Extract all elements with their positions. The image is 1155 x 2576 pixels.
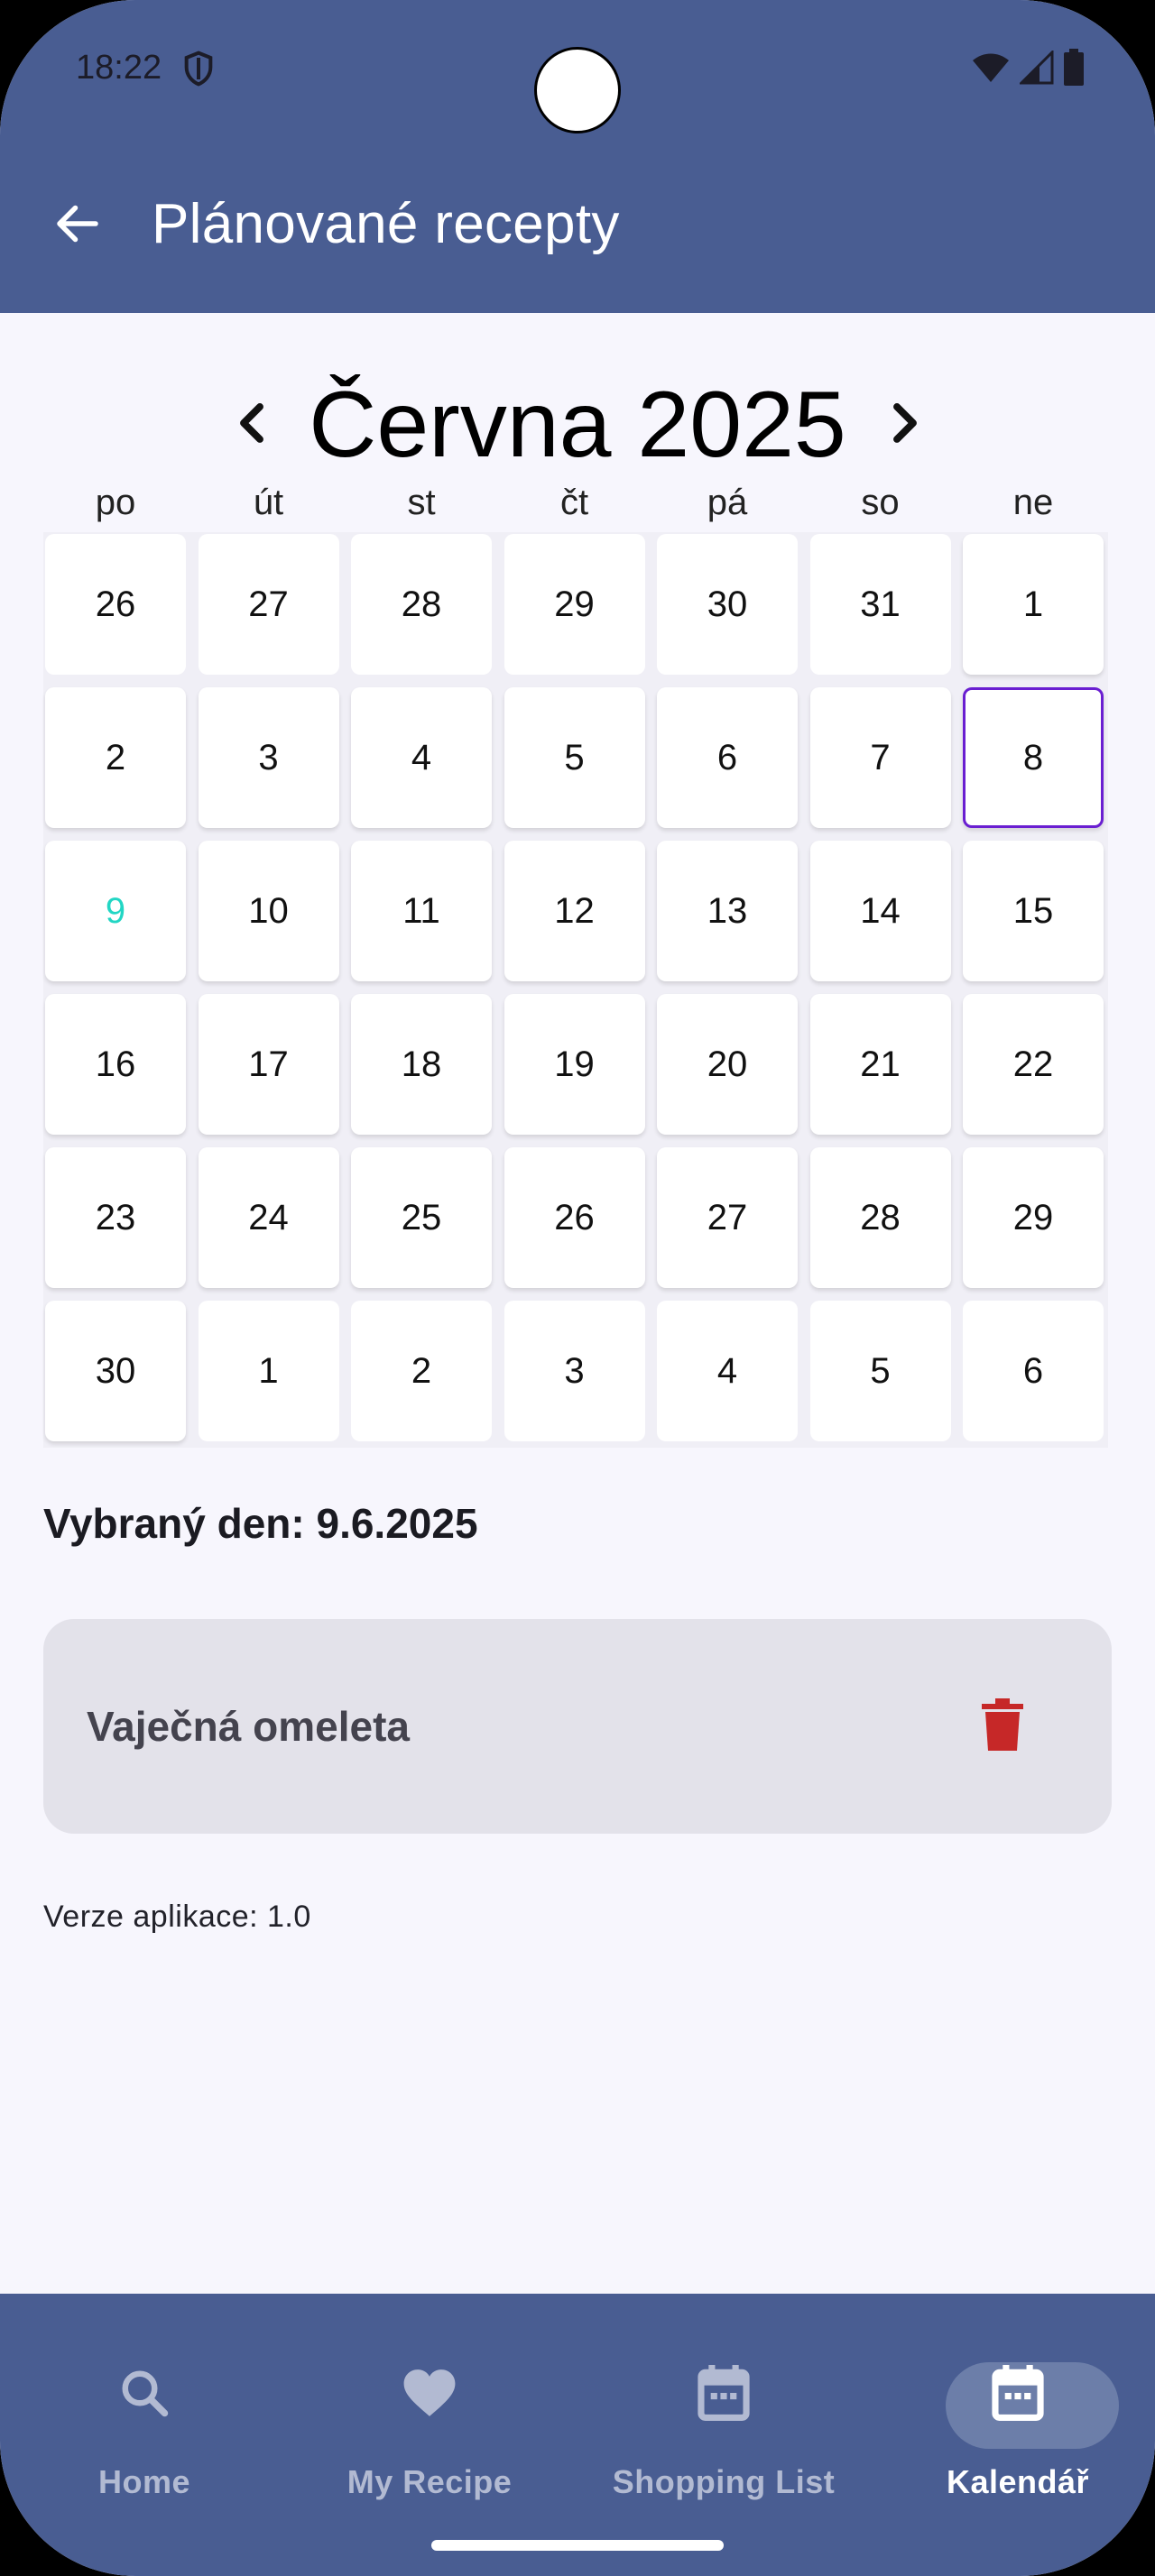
planned-recipe-card[interactable]: Vaječná omeleta	[43, 1619, 1112, 1834]
calendar-icon	[698, 2365, 750, 2421]
weekday-label: čt	[559, 483, 589, 522]
nav-shopping-list-label: Shopping List	[612, 2463, 836, 2500]
calendar-day-cell[interactable]: 8	[963, 687, 1104, 828]
weekday-label: po	[95, 483, 136, 522]
calendar-day-cell[interactable]: 2	[351, 1301, 492, 1441]
weekday-label: pá	[707, 483, 748, 522]
calendar-day-cell[interactable]: 1	[963, 534, 1104, 675]
calendar-day-cell[interactable]: 10	[198, 841, 339, 981]
search-icon	[122, 2370, 169, 2417]
nav-shopping-list[interactable]: Shopping List	[579, 2330, 868, 2510]
month-title: Června 2025	[309, 373, 846, 477]
calendar-day-cell[interactable]: 6	[657, 687, 798, 828]
camera-cutout	[534, 47, 621, 133]
nav-my-recipe[interactable]: My Recipe	[285, 2330, 574, 2510]
bottom-navigation: Home My Recipe Shopping List Kalendář	[0, 2294, 1155, 2576]
calendar-day-cell[interactable]: 14	[809, 841, 951, 981]
calendar-day-cell[interactable]: 5	[809, 1301, 951, 1441]
calendar-day-cell[interactable]: 29	[963, 1147, 1104, 1288]
calendar-day-cell[interactable]: 31	[809, 534, 951, 675]
calendar-day-cell[interactable]: 26	[504, 1147, 645, 1288]
weekday-label: út	[253, 483, 284, 522]
weekday-label: ne	[1012, 483, 1054, 522]
calendar-icon	[992, 2365, 1044, 2421]
page-title: Plánované recepty	[152, 193, 620, 255]
nav-kalendar[interactable]: Kalendář	[873, 2330, 1155, 2510]
calendar-day-cell[interactable]: 25	[351, 1147, 492, 1288]
calendar-day-cell[interactable]: 28	[809, 1147, 951, 1288]
calendar-day-cell[interactable]: 24	[198, 1147, 339, 1288]
calendar-day-cell[interactable]: 27	[657, 1147, 798, 1288]
calendar-day-cell[interactable]: 15	[963, 841, 1104, 981]
weekday-label: so	[861, 483, 900, 522]
calendar-day-cell[interactable]: 16	[45, 994, 186, 1135]
nav-my-recipe-label: My Recipe	[346, 2463, 513, 2500]
chevron-right-icon[interactable]	[882, 399, 928, 447]
calendar-day-cell[interactable]: 4	[657, 1301, 798, 1441]
wifi-icon	[973, 53, 1009, 82]
calendar-day-cell[interactable]: 17	[198, 994, 339, 1135]
calendar-day-cell[interactable]: 26	[45, 534, 186, 675]
calendar-day-cell[interactable]: 9	[45, 841, 186, 981]
shield-icon	[184, 51, 213, 87]
calendar-day-cell[interactable]: 21	[809, 994, 951, 1135]
app-bar: 18:22 Plánované recepty	[0, 0, 1155, 313]
weekday-label: st	[407, 483, 436, 522]
calendar-day-cell[interactable]: 2	[45, 687, 186, 828]
calendar-day-cell[interactable]: 13	[657, 841, 798, 981]
calendar-day-cell[interactable]: 22	[963, 994, 1104, 1135]
phone-screen: 18:22 Plánované recepty Června 2025 po ú…	[0, 0, 1155, 2576]
calendar-day-cell[interactable]: 29	[504, 534, 645, 675]
calendar-day-cell[interactable]: 1	[198, 1301, 339, 1441]
calendar-day-cell[interactable]: 20	[657, 994, 798, 1135]
heart-icon	[403, 2369, 456, 2416]
signal-icon	[1020, 51, 1054, 85]
arrow-left-icon[interactable]	[51, 197, 105, 251]
app-version: Verze aplikace: 1.0	[43, 1900, 311, 1934]
calendar-day-cell[interactable]: 30	[45, 1301, 186, 1441]
calendar-day-cell[interactable]: 6	[963, 1301, 1104, 1441]
calendar-day-cell[interactable]: 23	[45, 1147, 186, 1288]
nav-home-label: Home	[97, 2463, 191, 2500]
calendar-day-cell[interactable]: 3	[198, 687, 339, 828]
calendar-day-cell[interactable]: 7	[809, 687, 951, 828]
calendar-day-cell[interactable]: 30	[657, 534, 798, 675]
calendar-day-cell[interactable]: 5	[504, 687, 645, 828]
calendar-day-cell[interactable]: 19	[504, 994, 645, 1135]
recipe-name: Vaječná omeleta	[87, 1703, 410, 1750]
calendar-day-cell[interactable]: 3	[504, 1301, 645, 1441]
calendar-day-cell[interactable]: 11	[351, 841, 492, 981]
nav-kalendar-label: Kalendář	[946, 2463, 1090, 2500]
calendar-day-cell[interactable]: 18	[351, 994, 492, 1135]
calendar-day-cell[interactable]: 12	[504, 841, 645, 981]
weekday-header: po út st čt pá so ne	[43, 483, 1108, 537]
month-navigation: Června 2025	[0, 361, 1155, 478]
status-icons	[971, 49, 1085, 87]
battery-icon	[1064, 49, 1084, 86]
calendar-day-cell[interactable]: 27	[198, 534, 339, 675]
calendar-grid: 26 27 28 29 30 31 1 2 3 4 5 6 7 8 9 10 11 12 13 14 15 16 17 18 1…	[43, 532, 1108, 1448]
status-time: 18:22	[76, 49, 162, 87]
calendar-day-cell[interactable]: 28	[351, 534, 492, 675]
nav-home[interactable]: Home	[0, 2330, 289, 2510]
calendar-day-cell[interactable]: 4	[351, 687, 492, 828]
trash-icon[interactable]	[982, 1698, 1023, 1751]
home-indicator[interactable]	[431, 2540, 724, 2551]
selected-day-label: Vybraný den: 9.6.2025	[43, 1500, 478, 1547]
